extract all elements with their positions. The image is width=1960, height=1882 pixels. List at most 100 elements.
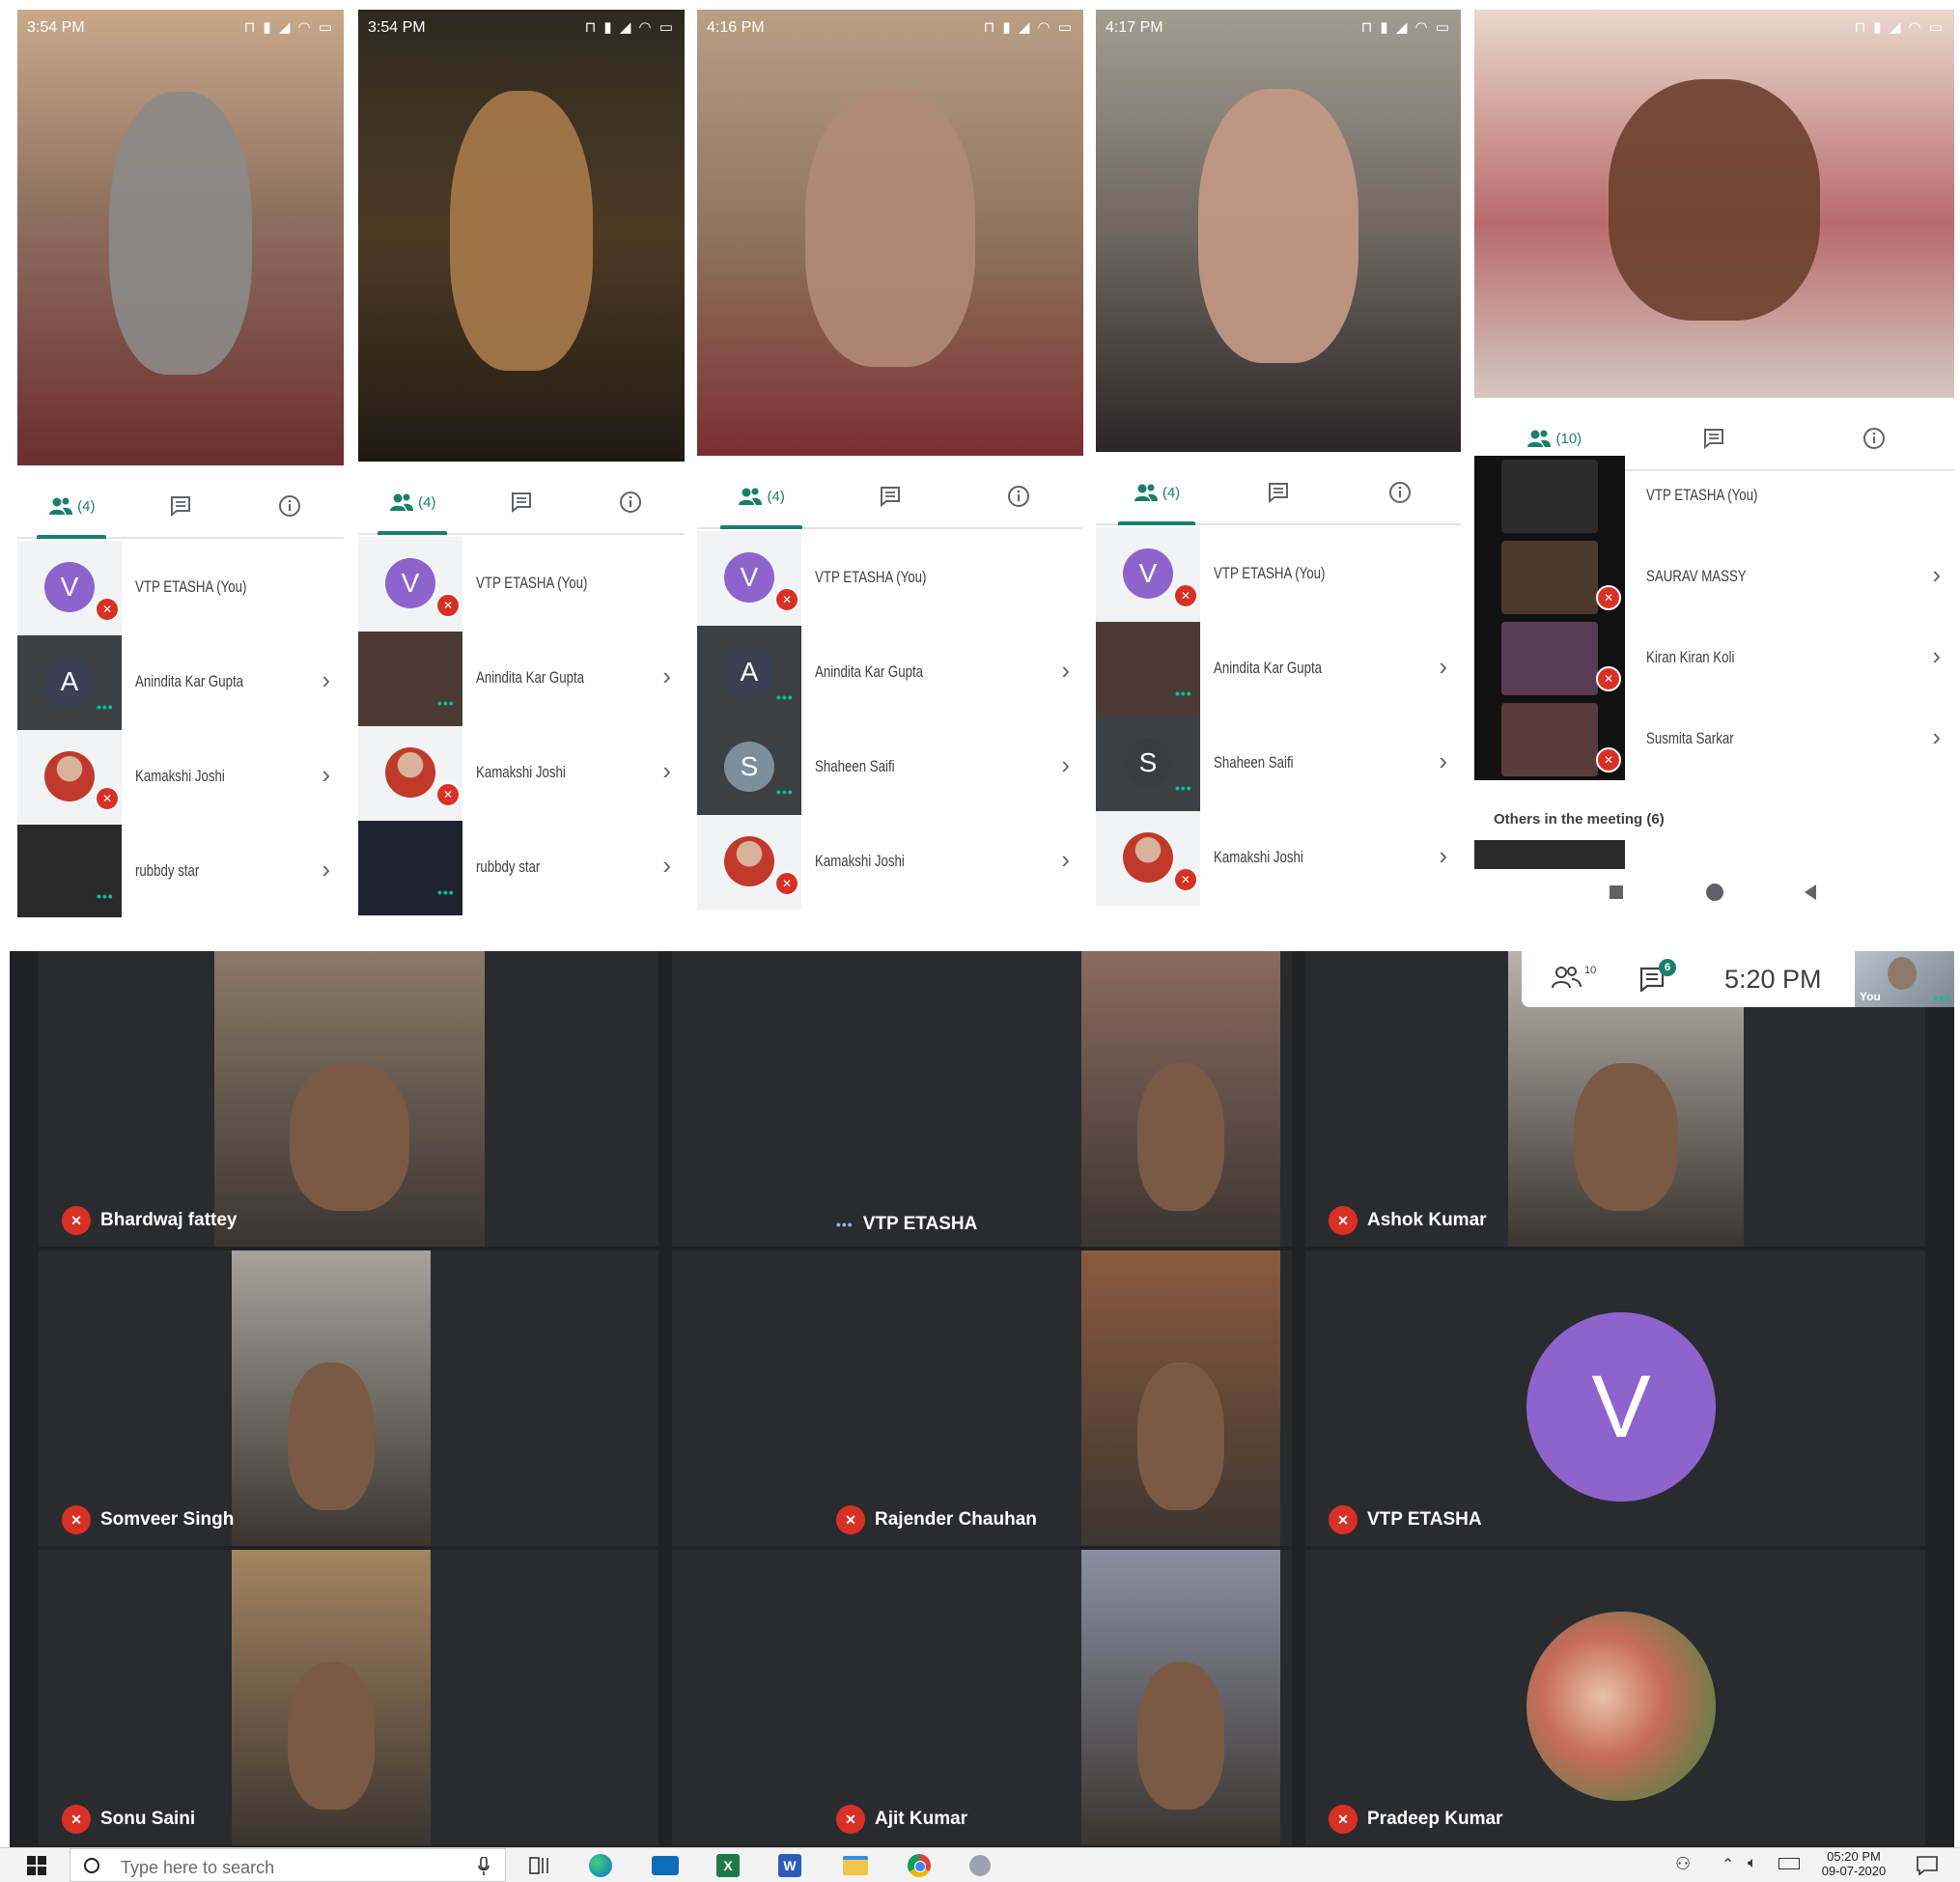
chevron-right-icon[interactable]: › xyxy=(1932,722,1941,752)
tab-people[interactable]: (4) xyxy=(17,475,126,539)
people-button[interactable]: 10 xyxy=(1551,965,1596,990)
file-explorer-icon[interactable] xyxy=(843,1856,868,1875)
participant-row[interactable]: ✕ Kamakshi Joshi › xyxy=(17,730,344,825)
excel-icon[interactable]: X xyxy=(716,1854,740,1877)
participant-tile[interactable]: ✕ Somveer Singh xyxy=(39,1250,658,1546)
task-view-icon[interactable] xyxy=(529,1857,550,1874)
more-options-icon[interactable]: ••• xyxy=(776,784,794,800)
participant-row[interactable]: S ••• Shaheen Saifi › xyxy=(697,720,1083,815)
clock-time: 05:20 PM xyxy=(1827,1849,1881,1864)
tab-info[interactable] xyxy=(1339,462,1461,523)
microphone-icon[interactable] xyxy=(478,1857,490,1876)
participant-row[interactable]: V ✕ VTP ETASHA (You) xyxy=(1096,527,1461,622)
participant-name: Kamakshi Joshi xyxy=(815,852,905,870)
chrome-icon[interactable] xyxy=(908,1854,931,1877)
participant-avatar: A xyxy=(44,657,95,707)
tab-people[interactable]: (4) xyxy=(1096,462,1218,525)
more-options-icon[interactable]: ••• xyxy=(1175,686,1192,701)
participant-tile[interactable]: ✕ Pradeep Kumar xyxy=(1305,1550,1925,1845)
participant-row[interactable]: ••• rubbdy star › xyxy=(358,821,685,915)
chevron-right-icon[interactable]: › xyxy=(1439,841,1447,871)
back-icon[interactable] xyxy=(1805,885,1816,900)
participant-row[interactable]: S ••• Shaheen Saifi › xyxy=(1096,716,1461,811)
tab-chat[interactable] xyxy=(126,475,236,537)
participant-row[interactable]: ✕ SAURAV MASSY › xyxy=(1474,537,1954,618)
windows-start-icon[interactable] xyxy=(27,1856,46,1875)
chevron-right-icon[interactable]: › xyxy=(1932,641,1941,671)
participant-tile[interactable]: ✕ Rajender Chauhan xyxy=(672,1250,1292,1546)
tile-participant-name: ✕ Somveer Singh xyxy=(62,1505,234,1534)
chevron-right-icon[interactable]: › xyxy=(1439,652,1447,682)
participant-row[interactable]: A ••• Anindita Kar Gupta › xyxy=(697,626,1083,720)
meet-window: ✕ Bhardwaj fattey ••• VTP ETASHA ✕ Ashok Kuma… xyxy=(10,951,1954,1847)
more-options-icon[interactable]: ••• xyxy=(437,695,455,711)
participant-video xyxy=(358,10,685,462)
taskbar-search-box[interactable]: Type here to search xyxy=(70,1848,506,1882)
self-view[interactable]: You ••• xyxy=(1855,951,1954,1007)
chevron-right-icon[interactable]: › xyxy=(1061,750,1070,780)
tab-chat[interactable] xyxy=(1218,462,1339,523)
participant-row[interactable]: ••• Anindita Kar Gupta › xyxy=(1096,622,1461,716)
tab-people[interactable]: (4) xyxy=(697,465,826,529)
more-options-icon[interactable]: ••• xyxy=(776,689,794,705)
tab-info[interactable] xyxy=(575,471,685,533)
people-tray-icon[interactable]: ⚇ xyxy=(1675,1854,1691,1874)
tab-chat[interactable] xyxy=(826,465,954,527)
participant-tile[interactable]: ✕ Sonu Saini xyxy=(39,1550,658,1845)
meeting-details-tabs: (4) xyxy=(697,465,1083,529)
chevron-right-icon[interactable]: › xyxy=(322,760,330,790)
participant-row[interactable]: ✕ Kamakshi Joshi › xyxy=(1096,811,1461,906)
others-thumbnail[interactable] xyxy=(1474,840,1625,869)
chevron-right-icon[interactable]: › xyxy=(1061,845,1070,875)
tile-participant-name: ✕ Rajender Chauhan xyxy=(836,1505,1037,1534)
notifications-icon[interactable] xyxy=(1917,1856,1938,1875)
chevron-right-icon[interactable]: › xyxy=(1932,560,1941,590)
participant-tile[interactable]: ✕ Bhardwaj fattey xyxy=(39,951,658,1247)
chevron-right-icon[interactable]: › xyxy=(662,756,671,786)
battery-icon[interactable] xyxy=(1778,1858,1800,1869)
participant-avatar: V xyxy=(44,562,95,612)
participant-row[interactable]: ✕ Kamakshi Joshi › xyxy=(697,815,1083,910)
tab-chat[interactable] xyxy=(467,471,576,533)
chevron-right-icon[interactable]: › xyxy=(322,665,330,695)
self-more-icon[interactable]: ••• xyxy=(1933,990,1950,1005)
taskbar-clock[interactable]: 05:20 PM 09-07-2020 xyxy=(1815,1849,1892,1878)
edge-icon[interactable] xyxy=(589,1854,612,1877)
chevron-right-icon[interactable]: › xyxy=(1439,746,1447,776)
tab-people[interactable]: (4) xyxy=(358,471,467,535)
chevron-right-icon[interactable]: › xyxy=(662,851,671,881)
chevron-right-icon[interactable]: › xyxy=(662,661,671,691)
participant-row[interactable]: VTP ETASHA (You) xyxy=(1474,456,1954,537)
chat-button[interactable]: 6 xyxy=(1639,959,1676,997)
info-icon xyxy=(619,492,641,513)
participant-video xyxy=(1081,951,1280,1247)
more-options-icon[interactable]: ••• xyxy=(97,888,114,904)
more-options-icon[interactable]: ••• xyxy=(97,699,114,715)
participant-row[interactable]: ••• Anindita Kar Gupta › xyxy=(358,632,685,726)
word-icon[interactable]: W xyxy=(778,1854,801,1877)
participant-tile[interactable]: V ✕ VTP ETASHA xyxy=(1305,1250,1925,1546)
participant-row[interactable]: ••• rubbdy star › xyxy=(17,825,344,917)
recents-icon[interactable] xyxy=(1610,885,1623,899)
more-options-icon[interactable]: ••• xyxy=(1175,780,1192,796)
pinned-app-icon[interactable] xyxy=(969,1855,991,1876)
home-icon[interactable] xyxy=(1706,884,1723,901)
participant-row[interactable]: V ✕ VTP ETASHA (You) xyxy=(358,537,685,632)
chevron-right-icon[interactable]: › xyxy=(1061,656,1070,686)
mail-icon[interactable] xyxy=(652,1856,679,1875)
participant-row[interactable]: ✕ Kamakshi Joshi › xyxy=(358,726,685,821)
more-options-icon[interactable]: ••• xyxy=(437,885,455,900)
tab-info[interactable] xyxy=(955,465,1083,527)
participant-tile[interactable]: ✕ Ajit Kumar xyxy=(672,1550,1292,1845)
participant-tile[interactable]: ••• VTP ETASHA xyxy=(672,951,1292,1247)
participant-row[interactable]: A ••• Anindita Kar Gupta › xyxy=(17,635,344,730)
volume-icon[interactable]: 🔈︎ xyxy=(1748,1855,1757,1872)
chevron-right-icon[interactable]: › xyxy=(322,855,330,885)
show-hidden-icons-icon[interactable]: ⌃ xyxy=(1722,1855,1734,1874)
participant-row[interactable]: ✕ Susmita Sarkar › xyxy=(1474,699,1954,780)
participant-row[interactable]: V ✕ VTP ETASHA (You) xyxy=(17,541,344,635)
tab-info[interactable] xyxy=(235,475,344,537)
participant-row[interactable]: V ✕ VTP ETASHA (You) xyxy=(697,531,1083,626)
participant-thumbnail: A ••• xyxy=(697,626,801,720)
participant-row[interactable]: ✕ Kiran Kiran Koli › xyxy=(1474,618,1954,699)
